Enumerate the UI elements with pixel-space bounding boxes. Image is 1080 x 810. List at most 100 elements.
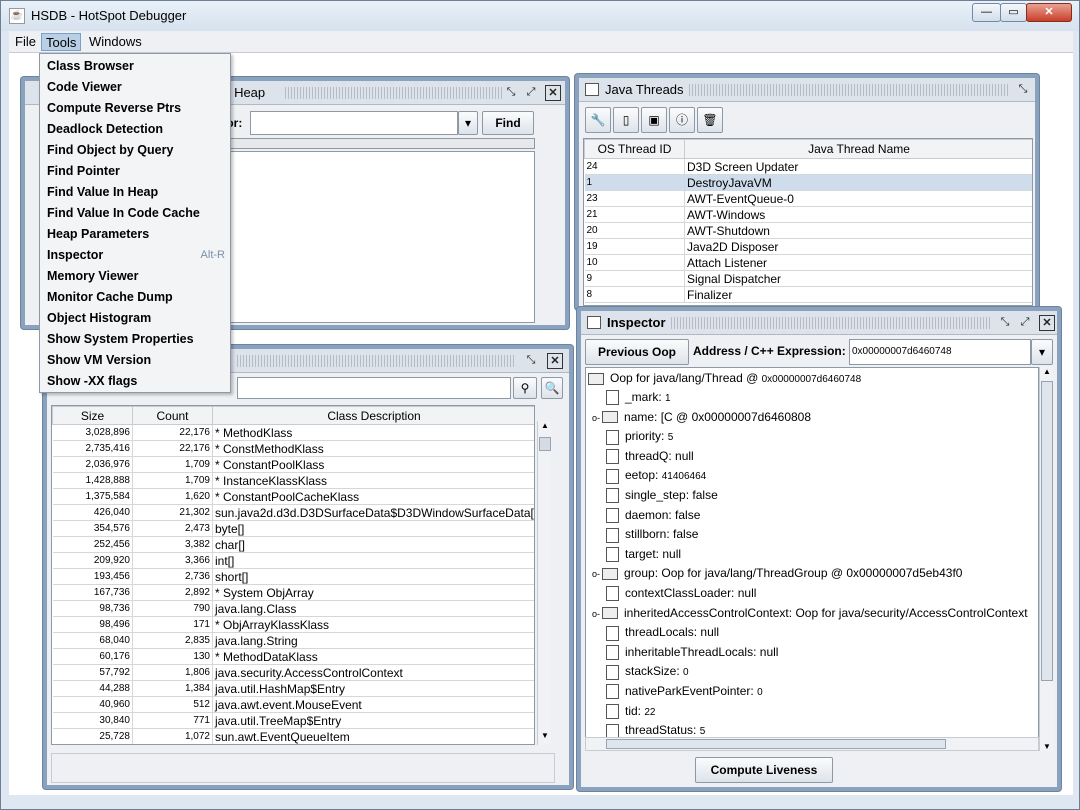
scroll-thumb[interactable] [539, 437, 551, 451]
table-row[interactable]: 252,456 3,382 char[] [52, 536, 534, 553]
tools-menu-item[interactable]: Find Pointer [47, 161, 225, 182]
thread-row[interactable]: 21 AWT-Windows [584, 206, 1032, 223]
menu-windows[interactable]: Windows [85, 33, 146, 51]
tree-node[interactable]: o-inheritedAccessControlContext: Oop for… [592, 603, 1028, 623]
tree-node[interactable]: o-name: [C @ 0x00000007d6460808 [592, 407, 811, 427]
tree-node[interactable]: stillborn: false [606, 524, 698, 544]
tree-node[interactable]: target: null [606, 544, 681, 564]
java-threads-titlebar[interactable]: Java Threads ⤡ [579, 78, 1035, 102]
close-icon[interactable]: ✕ [547, 353, 563, 369]
table-row[interactable]: 2,735,416 22,176 * ConstMethodKlass [52, 440, 534, 457]
close-icon[interactable]: ✕ [545, 85, 561, 101]
table-row[interactable]: 1,428,888 1,709 * InstanceKlassKlass [52, 472, 534, 489]
table-row[interactable]: 57,792 1,806 java.security.AccessControlCo… [52, 664, 534, 681]
thread-row[interactable]: 8 Finalizer [584, 286, 1032, 303]
inspect-thread-icon[interactable]: 🔧 [585, 107, 611, 133]
find-crashes-icon[interactable]: ⓘ [669, 107, 695, 133]
tree-root[interactable]: Oop for java/lang/Thread @ 0x00000007d64… [588, 368, 861, 388]
search-dropdown-button[interactable]: ▾ [458, 111, 478, 135]
table-row[interactable]: 25,728 1,072 sun.awt.EventQueueItem [52, 728, 534, 744]
thread-row[interactable]: 19 Java2D Disposer [584, 238, 1032, 255]
close-button[interactable]: ✕ [1026, 3, 1072, 22]
tree-node[interactable]: o-group: Oop for java/lang/ThreadGroup @… [592, 563, 962, 583]
expand-handle-icon[interactable]: o- [592, 609, 600, 619]
scroll-down-icon[interactable]: ▼ [539, 731, 551, 745]
tree-node[interactable]: eetop: 41406464 [606, 465, 706, 485]
inspector-horizontal-scrollbar[interactable] [585, 737, 1039, 751]
tree-node[interactable]: contextClassLoader: null [606, 583, 756, 603]
table-row[interactable]: 426,040 21,302 sun.java2d.d3d.D3DSurfaceDa… [52, 504, 534, 521]
column-header-count[interactable]: Count [132, 406, 213, 425]
minimize-button[interactable]: — [972, 3, 1001, 22]
table-row[interactable]: 167,736 2,892 * System ObjArray [52, 584, 534, 601]
histogram-scrollbar[interactable]: ▲ ▼ [537, 421, 551, 745]
thread-row[interactable]: 1 DestroyJavaVM [584, 174, 1032, 191]
title-bar[interactable]: ☕ HSDB - HotSpot Debugger — ▭ ✕ [1, 1, 1079, 31]
menu-file[interactable]: File [11, 33, 40, 51]
table-row[interactable]: 1,375,584 1,620 * ConstantPoolCacheKlass [52, 488, 534, 505]
threads-table[interactable]: OS Thread ID Java Thread Name 24 D3D Scre… [583, 138, 1033, 306]
table-row[interactable]: 209,920 3,366 int[] [52, 552, 534, 569]
thread-row[interactable]: 20 AWT-Shutdown [584, 222, 1032, 239]
expand-handle-icon[interactable]: o- [592, 413, 600, 423]
binoculars-icon[interactable]: ⚲ [513, 377, 537, 399]
column-header-os-thread-id[interactable]: OS Thread ID [584, 139, 685, 159]
histogram-filter-input[interactable] [237, 377, 511, 399]
iconify-icon[interactable]: ⤡ [1015, 82, 1031, 98]
table-row[interactable]: 44,288 1,384 java.util.HashMap$Entry [52, 680, 534, 697]
find-button[interactable]: Find [482, 111, 534, 135]
maximize-icon[interactable]: ⤢ [1017, 315, 1033, 331]
maximize-button[interactable]: ▭ [1000, 3, 1027, 22]
maximize-icon[interactable]: ⤢ [523, 85, 539, 101]
search-input[interactable] [250, 111, 458, 135]
iconify-icon[interactable]: ⤡ [503, 85, 519, 101]
tools-menu-item[interactable]: Show System Properties [47, 329, 225, 350]
histogram-table[interactable]: Size Count Class Description 3,028,896 22… [51, 405, 535, 745]
previous-oop-button[interactable]: Previous Oop [585, 339, 689, 365]
tools-menu-item[interactable]: Show VM Version [47, 350, 225, 371]
tree-node[interactable]: inheritableThreadLocals: null [606, 642, 778, 662]
magnifier-icon[interactable]: 🔍 [541, 377, 563, 399]
tree-node[interactable]: tid: 22 [606, 701, 655, 721]
tools-menu-item[interactable]: Object Histogram [47, 308, 225, 329]
compute-liveness-button[interactable]: Compute Liveness [695, 757, 833, 783]
tree-node[interactable]: stackSize: 0 [606, 661, 689, 681]
iconify-icon[interactable]: ⤡ [523, 353, 539, 369]
column-header-thread-name[interactable]: Java Thread Name [684, 139, 1032, 159]
iconify-icon[interactable]: ⤡ [997, 315, 1013, 331]
tree-node[interactable]: daemon: false [606, 505, 700, 525]
table-row[interactable]: 98,496 171 * ObjArrayKlassKlass [52, 616, 534, 633]
results-area[interactable] [205, 151, 535, 323]
table-row[interactable]: 193,456 2,736 short[] [52, 568, 534, 585]
tools-menu-item[interactable]: Class Browser [47, 56, 225, 77]
tools-menu-item[interactable]: Monitor Cache Dump [47, 287, 225, 308]
menu-tools[interactable]: Tools [41, 33, 82, 51]
stack-memory-icon[interactable]: ▯ [613, 107, 639, 133]
table-row[interactable]: 354,576 2,473 byte[] [52, 520, 534, 537]
table-row[interactable]: 60,176 130 * MethodDataKlass [52, 648, 534, 665]
scroll-up-icon[interactable]: ▲ [1041, 367, 1053, 376]
thread-row[interactable]: 24 D3D Screen Updater [584, 158, 1032, 175]
table-row[interactable]: 3,028,896 22,176 * MethodKlass [52, 424, 534, 441]
table-row[interactable]: 98,736 790 java.lang.Class [52, 600, 534, 617]
expand-handle-icon[interactable]: o- [592, 569, 600, 579]
tools-menu-item[interactable]: Find Object by Query [47, 140, 225, 161]
address-input[interactable]: 0x00000007d6460748 [849, 339, 1031, 365]
tools-menu-item[interactable]: Compute Reverse Ptrs [47, 98, 225, 119]
scroll-down-icon[interactable]: ▼ [1041, 742, 1053, 751]
column-header-class[interactable]: Class Description [212, 406, 534, 425]
tools-menu-item[interactable]: Deadlock Detection [47, 119, 225, 140]
tools-menu-item[interactable]: Find Value In Heap [47, 182, 225, 203]
tree-node[interactable]: threadLocals: null [606, 622, 719, 642]
scroll-thumb[interactable] [1041, 381, 1053, 681]
table-row[interactable]: 30,840 771 java.util.TreeMap$Entry [52, 712, 534, 729]
tree-node[interactable]: threadQ: null [606, 446, 694, 466]
trash-icon[interactable]: 🗑 [697, 107, 723, 133]
tools-menu-item[interactable]: Show -XX flags [47, 371, 225, 392]
tools-menu-item[interactable]: Find Value In Code Cache [47, 203, 225, 224]
tools-menu-item[interactable]: Code Viewer [47, 77, 225, 98]
inspector-titlebar[interactable]: Inspector ⤡ ⤢ ✕ [581, 311, 1057, 335]
tree-node[interactable]: priority: 5 [606, 426, 673, 446]
tools-menu-item[interactable]: Inspector Alt-R [47, 245, 225, 266]
tools-menu-item[interactable]: Memory Viewer [47, 266, 225, 287]
